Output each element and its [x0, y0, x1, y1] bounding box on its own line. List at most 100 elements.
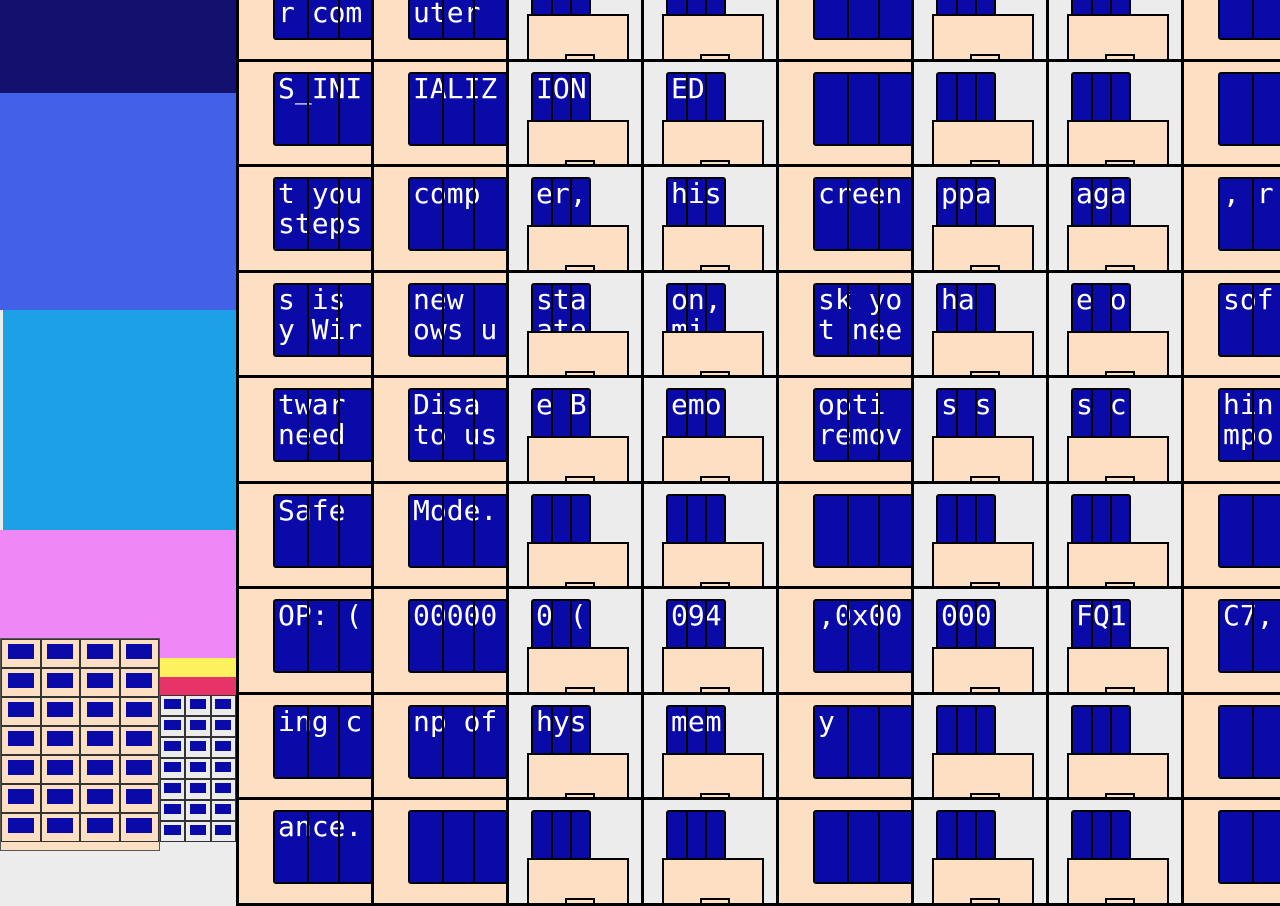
thumbnail-tile	[40, 813, 80, 842]
monitor-screen	[1218, 810, 1280, 884]
desk-icon	[527, 436, 629, 481]
monitor-screen	[813, 71, 911, 146]
monitor-tile: hys	[509, 694, 644, 797]
monitor-screen: sk yo t nee	[813, 282, 911, 357]
monitor-screen: S_INI	[273, 71, 371, 146]
monitor-tile: 094	[644, 589, 779, 692]
monitor-screen	[813, 810, 911, 884]
thumbnail-tile	[80, 784, 120, 813]
royal-blue-band	[0, 93, 236, 310]
grid-row: s is y Wir new ows u sta ate on, mi sk yo t …	[239, 272, 1280, 378]
thumbnail-tile	[185, 821, 211, 842]
monitor-tile: comp	[374, 167, 509, 270]
monitor-screen	[408, 810, 506, 884]
thumbnail-tile	[1, 639, 41, 668]
thumbnail-tile	[119, 784, 159, 813]
monitor-tile: , r	[1184, 167, 1280, 270]
desk-icon	[662, 119, 764, 164]
thumbnail-tile	[185, 737, 211, 758]
grid-row: twar need Disa to us e Bemo opti remov s ss …	[239, 378, 1280, 484]
monitor-tile: ,0x00	[779, 589, 914, 692]
monitor-tile	[1184, 483, 1280, 586]
monitor-screen: IALIZ	[408, 71, 506, 146]
thumbnail-tile	[80, 726, 120, 755]
desk-icon	[527, 14, 629, 59]
monitor-screen: ing c	[273, 704, 371, 779]
thumbnail-tile	[40, 784, 80, 813]
desk-icon	[932, 858, 1034, 903]
monitor-tile	[914, 483, 1049, 586]
desk-icon	[662, 330, 764, 375]
thumbnail-tile	[1, 813, 41, 842]
monitor-tile	[914, 61, 1049, 164]
desk-icon	[662, 752, 764, 797]
monitor-tile: an	[644, 0, 779, 59]
monitor-tile: emo	[644, 378, 779, 481]
desk-icon	[662, 14, 764, 59]
monitor-tile: OP: (	[239, 589, 374, 692]
monitor-tile	[644, 800, 779, 903]
monitor-tile: hin mpo	[1184, 378, 1280, 481]
monitor-screen	[1218, 71, 1280, 146]
monitor-screen: s bee uter	[408, 0, 506, 40]
monitor-tile: ha	[914, 272, 1049, 375]
monitor-tile	[779, 483, 914, 586]
monitor-screen: C7,	[1218, 599, 1280, 673]
thumbnail-tile	[160, 779, 186, 800]
monitor-tile: his	[644, 167, 779, 270]
thumbnail-tile	[160, 758, 186, 779]
monitor-tile: np of	[374, 694, 509, 797]
monitor-tile: ppa	[914, 167, 1049, 270]
thumbnail-tile	[119, 639, 159, 668]
grid-row: Safe Mode.	[239, 483, 1280, 589]
desk-icon	[1067, 647, 1169, 692]
monitor-tile: sof	[1184, 272, 1280, 375]
grid-row: ing c np of hys mem y	[239, 694, 1280, 800]
monitor-tile	[1049, 800, 1184, 903]
monitor-screen: Safe	[273, 493, 371, 568]
monitor-tile: det	[509, 0, 644, 59]
thumbnail-tile	[185, 779, 211, 800]
monitor-tile: ance.	[239, 800, 374, 903]
monitor-tile	[509, 800, 644, 903]
desk-icon	[932, 752, 1034, 797]
thumbnail-tile	[160, 800, 186, 821]
monitor-screen: ,0x00	[813, 599, 911, 673]
monitor-tile: sta ate	[509, 272, 644, 375]
monitor-tile	[1049, 483, 1184, 586]
thumbnail-tile	[119, 755, 159, 784]
thumbnail-tile	[160, 716, 186, 737]
desk-icon	[932, 225, 1034, 270]
desk-icon	[932, 330, 1034, 375]
monitor-tile: mem	[644, 694, 779, 797]
sky-blue-band	[3, 310, 236, 530]
monitor-screen	[813, 493, 911, 568]
desk-icon	[662, 436, 764, 481]
monitor-tile: e B	[509, 378, 644, 481]
thumbnail-tile	[1, 697, 41, 726]
thumbnail-tile	[119, 813, 159, 842]
monitor-screen	[1218, 493, 1280, 568]
desk-icon	[527, 858, 629, 903]
monitor-tile: on, mi	[644, 272, 779, 375]
monitor-tile: 0 (	[509, 589, 644, 692]
desk-icon	[932, 436, 1034, 481]
thumbnail-tile	[119, 668, 159, 697]
monitor-screen	[1218, 704, 1280, 779]
thumbnail-tile	[40, 668, 80, 697]
thumbnail-tile	[185, 758, 211, 779]
thumbnail-tile	[160, 821, 186, 842]
thumbnail-tile	[80, 668, 120, 697]
monitor-tile: C7,	[1184, 589, 1280, 692]
monitor-tile: 00000	[374, 589, 509, 692]
thumbnail-tile	[210, 695, 236, 716]
grid-row: OP: (00000 0 (094 ,0x00 000 FQ1 C7,	[239, 589, 1280, 695]
desk-icon	[662, 541, 764, 586]
desk-icon	[527, 752, 629, 797]
monitor-tile: t do	[1184, 0, 1280, 59]
thumbnail-tile	[80, 813, 120, 842]
monitor-tile: s s	[914, 378, 1049, 481]
monitor-tile	[1049, 61, 1184, 164]
monitor-tile: ED	[644, 61, 779, 164]
desk-icon	[1067, 119, 1169, 164]
